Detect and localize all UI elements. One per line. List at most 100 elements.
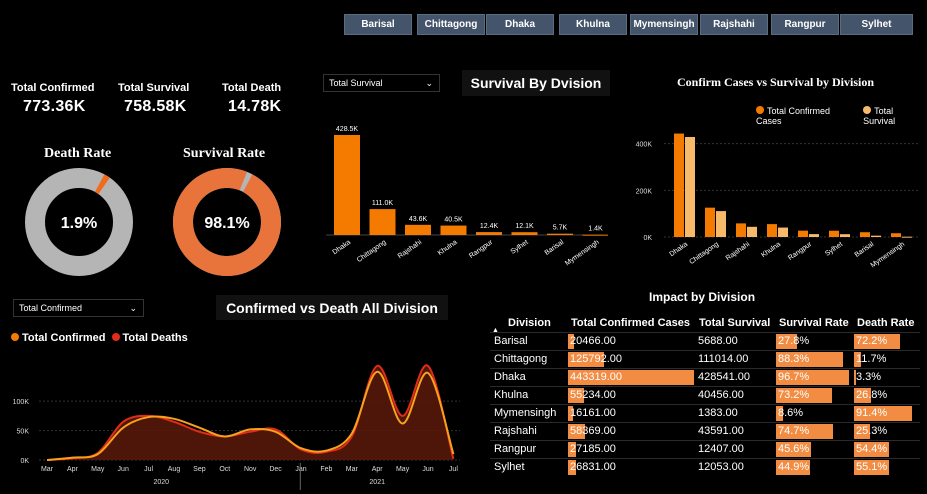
bar[interactable] [511, 232, 538, 235]
data-label: 40.5K [444, 217, 463, 224]
column-header-confirmed[interactable]: Total Confirmed Cases [568, 314, 696, 332]
bar-confirmed[interactable] [798, 230, 808, 237]
bar[interactable] [440, 225, 467, 235]
bar-confirmed[interactable] [891, 233, 901, 237]
cell-survival: 12053.00 [696, 457, 776, 476]
y-tick-label: 0K [20, 458, 29, 465]
slicer-rajshahi[interactable]: Rajshahi [700, 14, 768, 35]
survival-rate-title: Survival Rate [183, 146, 266, 161]
death-rate-title: Death Rate [44, 146, 112, 161]
slicer-khulna[interactable]: Khulna [559, 14, 627, 35]
category-label: Khulna [437, 239, 459, 257]
column-header-death-rate[interactable]: Death Rate [854, 314, 920, 332]
bar-survival[interactable] [685, 137, 695, 237]
column-header-survival[interactable]: Total Survival [696, 314, 776, 332]
category-label: Chittagong [688, 241, 720, 266]
x-tick-label: Nov [244, 466, 257, 473]
bar[interactable] [405, 224, 431, 235]
table-row[interactable]: Rangpur 27185.00 12407.00 45.6% 54.4% [490, 439, 920, 458]
slicer-sylhet[interactable]: Sylhet [840, 14, 913, 35]
cell-confirmed: 27185.00 [568, 439, 696, 458]
bar-survival[interactable] [809, 234, 819, 237]
bar-survival[interactable] [778, 227, 788, 237]
table-row[interactable]: Mymensingh 16161.00 1383.00 8.6% 91.4% [490, 403, 920, 422]
cell-survival: 43591.00 [696, 421, 776, 440]
slicer-mymensingh[interactable]: Mymensingh [630, 14, 698, 35]
bar-survival[interactable] [840, 234, 850, 237]
confirmed-vs-death-chart: 0K 50K 100K Mar Apr May Jun Jul Aug Sep Oct Nov Dec J… [13, 364, 460, 490]
data-label: 43.6K [409, 216, 428, 223]
legend-dot [11, 333, 19, 341]
table-row[interactable]: Barisal 20466.00 5688.00 27.8% 72.2% [490, 331, 920, 350]
confirm-vs-survival-title: Confirm Cases vs Survival by Division [677, 75, 875, 89]
cell-confirmed: 55234.00 [568, 385, 696, 404]
category-label: Dhaka [332, 239, 353, 256]
cell-survival: 5688.00 [696, 331, 776, 350]
table-row[interactable]: Rajshahi 58369.00 43591.00 74.7% 25.3% [490, 421, 920, 440]
category-label: Mymensingh [870, 241, 907, 270]
data-label: 12.4K [480, 223, 499, 230]
category-label: Dhaka [669, 241, 690, 258]
cell-confirmed: 443319.00 [568, 367, 696, 386]
category-label: Rajshahi [397, 239, 424, 261]
bar-confirmed[interactable] [767, 224, 777, 237]
bar-confirmed[interactable] [674, 133, 684, 237]
column-header-division[interactable]: Division ▲ [490, 314, 568, 334]
slicer-barisal[interactable]: Barisal [344, 14, 412, 35]
cell-survival-rate: 45.6% [776, 439, 854, 458]
bar-confirmed[interactable] [860, 232, 870, 237]
data-label: 428.5K [336, 126, 359, 133]
bar-survival[interactable] [747, 226, 757, 237]
table-row[interactable]: Sylhet 26831.00 12053.00 44.9% 55.1% [490, 457, 920, 476]
legend-item: Total Deaths [111, 332, 188, 344]
legend-label: Total Confirmed Cases [756, 106, 831, 126]
cell-division: Chittagong [490, 349, 568, 368]
data-label: 111.0K [372, 200, 393, 207]
legend-dot [863, 106, 872, 114]
slicer-rangpur[interactable]: Rangpur [771, 14, 839, 35]
bar[interactable] [582, 234, 609, 236]
bar[interactable] [547, 233, 573, 235]
table-row[interactable]: Dhaka 443319.00 428541.00 96.7% 3.3% [490, 367, 920, 386]
bar-confirmed[interactable] [736, 223, 746, 237]
cell-survival-rate: 88.3% [776, 349, 854, 368]
bar-confirmed[interactable] [829, 230, 839, 237]
bar[interactable] [369, 209, 396, 235]
x-tick-label: Jan [295, 466, 306, 473]
cell-survival: 1383.00 [696, 403, 776, 422]
bar[interactable] [334, 135, 360, 235]
column-header-survival-rate[interactable]: Survival Rate [776, 314, 854, 332]
chevron-down-icon: ⌄ [129, 302, 137, 313]
x-tick-label: Sep [193, 466, 206, 473]
survival-measure-dropdown[interactable]: Total Survival ⌄ [323, 74, 440, 92]
cell-death-rate: 3.3% [854, 367, 920, 386]
table-row[interactable]: Chittagong 125792.00 111014.00 88.3% 11.7% [490, 349, 920, 368]
kpi-value: 14.78K [228, 98, 282, 115]
kpi-label: Total Confirmed [11, 82, 95, 94]
bar[interactable] [476, 232, 502, 235]
slicer-dhaka[interactable]: Dhaka [486, 14, 554, 35]
bar-survival[interactable] [902, 236, 912, 238]
donut-value: 98.1% [204, 215, 249, 232]
data-label: 1.4K [588, 226, 603, 233]
x-tick-label: Jun [422, 466, 433, 473]
cell-division: Rajshahi [490, 421, 568, 440]
bar-survival[interactable] [871, 235, 881, 237]
survival-rate-donut: 98.1% [173, 168, 281, 276]
x-tick-label: Apr [372, 466, 384, 473]
confirmed-vs-death-title: Confirmed vs Death All Division [216, 295, 448, 320]
confirmed-measure-dropdown[interactable]: Total Confirmed ⌄ [13, 299, 144, 317]
legend-label: Total Deaths [122, 332, 188, 344]
x-tick-label: Dec [269, 466, 282, 473]
table-row[interactable]: Khulna 55234.00 40456.00 73.2% 26.8% [490, 385, 920, 404]
year-label: 2020 [154, 479, 170, 486]
cell-confirmed: 125792.00 [568, 349, 696, 368]
bar-survival[interactable] [716, 211, 726, 237]
bar-confirmed[interactable] [705, 207, 715, 237]
x-tick-label: Jul [449, 466, 458, 473]
category-label: Barisal [854, 241, 876, 259]
cell-survival-rate: 73.2% [776, 385, 854, 404]
slicer-chittagong[interactable]: Chittagong [417, 14, 485, 35]
category-label: Sylhet [510, 239, 530, 256]
chevron-down-icon: ⌄ [425, 77, 433, 88]
